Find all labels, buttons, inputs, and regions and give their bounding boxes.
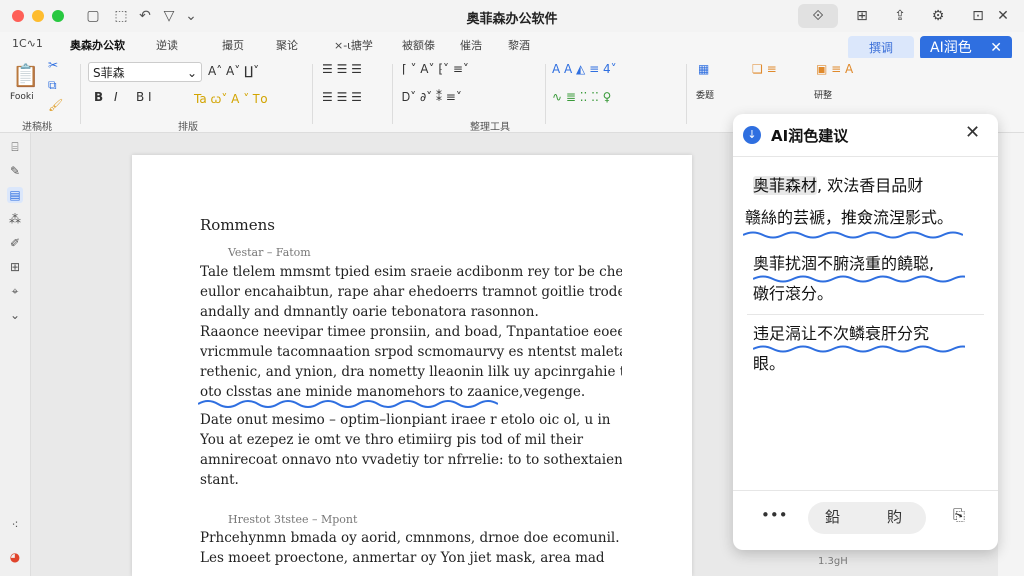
export-icon[interactable]: ⎘	[953, 506, 965, 524]
dictionary-icon[interactable]: ❏ ≡	[752, 62, 777, 76]
ai-assistant-icon[interactable]: ⟐	[798, 4, 838, 28]
divider	[80, 64, 81, 124]
accept-icon[interactable]: 鉛	[825, 506, 840, 527]
document-line: rethenic, and ynion, dra nometty lleaoni…	[200, 364, 622, 380]
divider	[733, 490, 998, 491]
pen-icon[interactable]: ✎	[7, 163, 23, 179]
document-line: vricmmule tacomnaation srpod scmomaurvy …	[200, 344, 622, 360]
group-label-tools: 整理工具	[470, 122, 510, 133]
divider	[686, 64, 687, 124]
tab-home[interactable]: 奥森办公软	[70, 37, 125, 53]
divider	[392, 64, 393, 124]
share-icon[interactable]: ⇪	[880, 4, 920, 28]
ai-polish-label: AI润色	[930, 40, 972, 56]
left-toolbar: ⌸ ✎ ▤ ⁂ ✐ ⊞ ⌖ ⌄ ⁖ ◕	[0, 133, 31, 576]
suggestion-1-highlight: 奥菲森材	[753, 176, 818, 195]
document-title: Rommens	[200, 216, 276, 234]
chevron-down-icon[interactable]: ⌄	[7, 307, 23, 323]
divider	[733, 156, 998, 157]
outline-icon[interactable]: ⌸	[7, 139, 23, 155]
close-icon[interactable]: ✕	[965, 122, 980, 143]
brush-icon[interactable]: ✐	[7, 235, 23, 251]
close-icon[interactable]: ✕	[990, 36, 1002, 60]
tab-6[interactable]: ×-ι搪学	[334, 37, 373, 53]
status-hint: 1.3gH	[818, 556, 848, 567]
document-line: You at ezepez ie omt ve thro etimiirg pi…	[200, 432, 584, 448]
divider	[545, 64, 546, 124]
bold-icon[interactable]: B	[94, 90, 103, 104]
divider	[747, 314, 984, 315]
spacing-icons[interactable]: Ꭰ˅ ∂˅ ⁑ ≡˅	[402, 90, 462, 105]
tools-icon[interactable]: ▣ ≡ A	[816, 62, 853, 76]
replace-icon[interactable]: 䝧	[887, 506, 902, 527]
align-icons-bottom[interactable]: ☰ ☰ ☰	[322, 90, 362, 104]
highlight-icon[interactable]: Ta ꞷ˅ A ˅ Ꭲᴏ	[194, 90, 268, 107]
pin-icon[interactable]: ⌖	[7, 283, 23, 299]
group-label-clipboard: 进稿桃	[22, 122, 52, 133]
document-subtitle: Vestar – Fatom	[228, 246, 311, 259]
tab-4[interactable]: 撮页	[222, 37, 244, 53]
shapes-icon[interactable]: ⁂	[7, 211, 23, 227]
gear-icon[interactable]: ⚙	[918, 4, 958, 28]
grid-icon[interactable]: ⊞	[7, 259, 23, 275]
tools-label: 研整	[814, 91, 833, 101]
suggestion-1[interactable]: 奥菲森材, 欢法香目品财	[753, 170, 993, 202]
document-line: Prhcehynmn bmada oy aorid, cmnmons, drno…	[200, 530, 620, 546]
paste-label: Fooki	[10, 92, 34, 102]
document-line: Date onut mesimo – optim–lionpiant iraee…	[200, 412, 611, 428]
retype-button[interactable]: 撰调	[848, 36, 914, 60]
tab-1[interactable]: 1C∿1	[12, 37, 43, 50]
format-painter-icon[interactable]: 🖌	[48, 98, 63, 112]
cut-icon[interactable]: ✂	[48, 58, 58, 72]
document-line: eullor encahaibtun, rape ahar ehedoerrs …	[200, 284, 622, 300]
close-app-icon[interactable]: ✕	[988, 4, 1018, 28]
font-grow-icon[interactable]: A˄ A˅ ∐˅	[208, 64, 259, 78]
align-icons-top[interactable]: ☰ ☰ ☰	[322, 62, 362, 76]
document-line: stant.	[200, 472, 239, 488]
group-label-font: 排版	[178, 122, 198, 133]
panel-title: AI润色建议	[771, 127, 849, 145]
suggestion-squiggle	[743, 231, 963, 239]
document-subtitle-2: Hrestot 3tstee – Mpont	[228, 513, 358, 526]
suggestion-3-line2: 眼。	[753, 354, 786, 373]
ai-suggestion-panel: ↓ AI润色建议 ✕ 奥菲森材, 欢法香目品财 赣絲的芸褫，推僉流涅影式。 奥菲…	[733, 114, 998, 550]
chevron-down-icon: ⌄	[186, 66, 197, 80]
document-line: Raaonce neevipar timee pronsiin, and boa…	[200, 324, 622, 340]
paste-icon[interactable]: 📋	[12, 64, 39, 89]
suggestion-2-line2: 礅行滾分。	[753, 284, 834, 303]
chart-icon[interactable]: ◕	[7, 549, 23, 565]
tab-3[interactable]: 逆读	[156, 37, 178, 53]
more-icon[interactable]: •••	[761, 506, 788, 524]
copy-icon[interactable]: ⧉	[48, 78, 57, 93]
document-line: amnirecoat onnavo nto vvadetiy tor nfrre…	[200, 452, 622, 468]
font-name-select[interactable]: S菲森 ⌄	[88, 62, 202, 82]
ai-download-icon: ↓	[743, 126, 761, 144]
title-bar: ▢ ⬚ ↶ ▽ ⌄ 奥菲森办公软件 ⟐ ⊞ ⇪ ⚙ ⊡ ✕	[0, 0, 1024, 33]
document-line: Les moeet proectone, anmertar oy Yon jie…	[200, 550, 605, 566]
styles-icons-2[interactable]: ∿ ≣ ⁚⁚ ⁚⁚ ♀	[552, 90, 611, 104]
document-line: Tale tlelem mmsmt tpied esim sraeie acdi…	[200, 264, 622, 280]
arrange-icon[interactable]: ▦	[698, 62, 709, 76]
tab-7[interactable]: 被额傣	[402, 37, 435, 53]
font-name-value: S菲森	[93, 66, 125, 80]
review-icon[interactable]: ▤	[7, 187, 23, 203]
underline-icon[interactable]: B I	[136, 90, 152, 104]
italic-icon[interactable]: I	[114, 90, 118, 104]
ai-polish-button[interactable]: AI润色 ✕	[920, 36, 1012, 60]
settings-icon[interactable]: ⁖	[7, 517, 23, 533]
tab-5[interactable]: 聚论	[276, 37, 298, 53]
suggestion-1-rest: , 欢法香目品财	[817, 176, 924, 195]
tab-8[interactable]: 催浩	[460, 37, 482, 53]
tab-9[interactable]: 黎酒	[508, 37, 530, 53]
arrange-label: 委题	[696, 91, 715, 101]
indent-icons[interactable]: ⌈ ˅ A˅ ⁅˅ ≡˅	[402, 62, 469, 76]
document-line: andally and dmnantly oarie tebonatora ra…	[200, 304, 539, 320]
divider	[312, 64, 313, 124]
styles-icons[interactable]: A A ◭ ≡ 4˅	[552, 62, 617, 76]
right-scroll-area[interactable]	[998, 133, 1024, 576]
table-icon[interactable]: ⊞	[842, 4, 882, 28]
spell-squiggle	[198, 400, 498, 408]
